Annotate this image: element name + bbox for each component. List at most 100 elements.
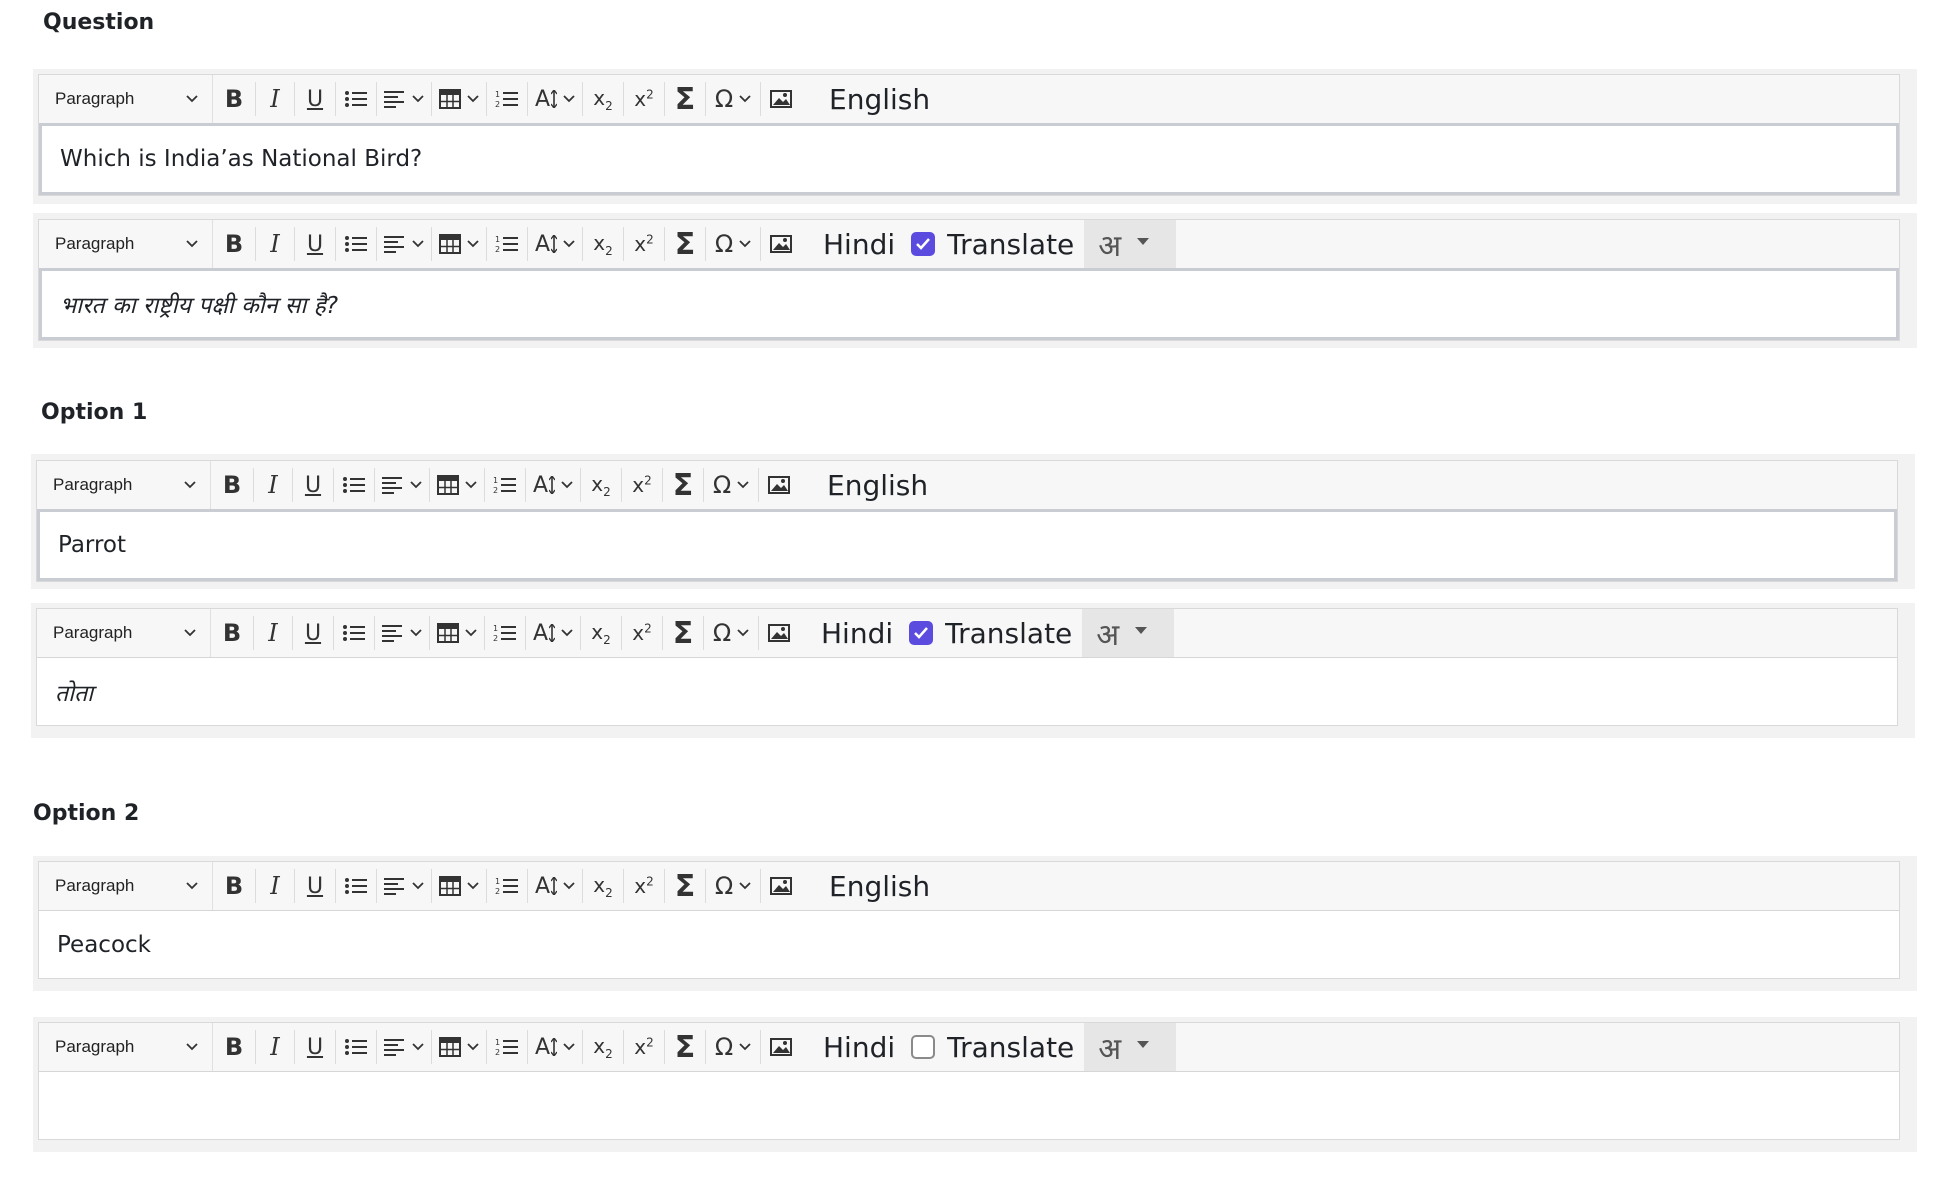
math-formula-button[interactable]: Σ [663, 461, 703, 509]
bulleted-list-button[interactable] [334, 609, 374, 657]
language-label: English [827, 468, 929, 502]
bold-button[interactable]: B [213, 862, 255, 910]
numbered-list-button[interactable]: 12 [485, 609, 525, 657]
insert-table-button[interactable] [430, 609, 484, 657]
paragraph-format-dropdown[interactable]: Paragraph [39, 220, 213, 268]
translate-checkbox[interactable] [911, 232, 936, 256]
font-size-button[interactable]: A [528, 220, 582, 268]
bold-button[interactable]: B [213, 1023, 255, 1071]
alignment-button[interactable] [375, 609, 429, 657]
bold-button[interactable]: B [211, 461, 253, 509]
paragraph-format-dropdown[interactable]: Paragraph [39, 1023, 213, 1071]
paragraph-format-dropdown[interactable]: Paragraph [39, 862, 213, 910]
underline-button[interactable]: U [295, 75, 335, 123]
numbered-list-button[interactable]: 12 [485, 461, 525, 509]
special-characters-button[interactable]: Ω [706, 862, 760, 910]
superscript-button[interactable]: x2 [622, 461, 662, 509]
input-method-dropdown[interactable]: अ [1084, 220, 1177, 268]
alignment-button[interactable] [375, 461, 429, 509]
insert-table-button[interactable] [432, 862, 486, 910]
underline-button[interactable]: U [293, 609, 333, 657]
italic-button[interactable]: I [254, 461, 292, 509]
input-method-dropdown[interactable]: अ [1082, 609, 1175, 657]
underline-button[interactable]: U [293, 461, 333, 509]
bulleted-list-button[interactable] [336, 220, 376, 268]
superscript-button[interactable]: x2 [622, 609, 662, 657]
subscript-button[interactable]: x2 [581, 609, 621, 657]
math-formula-button[interactable]: Σ [663, 609, 703, 657]
alignment-button[interactable] [377, 862, 431, 910]
superscript-button[interactable]: x2 [624, 1023, 664, 1071]
insert-image-button[interactable] [759, 461, 799, 509]
special-characters-button[interactable]: Ω [704, 461, 758, 509]
italic-button[interactable]: I [256, 862, 294, 910]
numbered-list-button[interactable]: 12 [487, 75, 527, 123]
bold-button[interactable]: B [213, 220, 255, 268]
numbered-list-button[interactable]: 12 [487, 1023, 527, 1071]
chevron-down-icon [180, 95, 198, 103]
italic-button[interactable]: I [254, 609, 292, 657]
bold-button[interactable]: B [213, 75, 255, 123]
italic-button[interactable]: I [256, 75, 294, 123]
paragraph-format-dropdown[interactable]: Paragraph [39, 75, 213, 123]
font-size-button[interactable]: A [526, 609, 580, 657]
bulleted-list-button[interactable] [334, 461, 374, 509]
translate-checkbox[interactable] [909, 621, 934, 645]
bulleted-list-button[interactable] [336, 1023, 376, 1071]
editor-content[interactable]: भारत का राष्ट्रीय पक्षी कौन सा है? [39, 268, 1899, 340]
paragraph-format-dropdown[interactable]: Paragraph [37, 609, 211, 657]
paragraph-format-dropdown[interactable]: Paragraph [37, 461, 211, 509]
font-size-button[interactable]: A [526, 461, 580, 509]
superscript-button[interactable]: x2 [624, 220, 664, 268]
font-size-button[interactable]: A [528, 862, 582, 910]
subscript-button[interactable]: x2 [583, 220, 623, 268]
translate-checkbox[interactable] [911, 1035, 936, 1059]
special-characters-button[interactable]: Ω [706, 1023, 760, 1071]
editor-content[interactable]: Which is India’as National Bird? [39, 123, 1899, 195]
superscript-button[interactable]: x2 [624, 862, 664, 910]
insert-table-button[interactable] [432, 75, 486, 123]
numbered-list-button[interactable]: 12 [487, 220, 527, 268]
numbered-list-button[interactable]: 12 [487, 862, 527, 910]
bulleted-list-button[interactable] [336, 75, 376, 123]
superscript-button[interactable]: x2 [624, 75, 664, 123]
subscript-button[interactable]: x2 [583, 1023, 623, 1071]
input-method-dropdown[interactable]: अ [1084, 1023, 1177, 1071]
insert-table-button[interactable] [430, 461, 484, 509]
insert-image-button[interactable] [761, 862, 801, 910]
underline-button[interactable]: U [295, 862, 335, 910]
insert-image-button[interactable] [761, 1023, 801, 1071]
subscript-button[interactable]: x2 [583, 75, 623, 123]
alignment-button[interactable] [377, 1023, 431, 1071]
math-formula-button[interactable]: Σ [665, 75, 705, 123]
bulleted-list-button[interactable] [336, 862, 376, 910]
math-formula-button[interactable]: Σ [665, 220, 705, 268]
insert-table-button[interactable] [432, 1023, 486, 1071]
alignment-button[interactable] [377, 220, 431, 268]
font-size-button[interactable]: A [528, 1023, 582, 1071]
insert-image-button[interactable] [759, 609, 799, 657]
italic-button[interactable]: I [256, 220, 294, 268]
editor-content[interactable] [39, 1072, 1899, 1139]
special-characters-button[interactable]: Ω [704, 609, 758, 657]
insert-table-button[interactable] [432, 220, 486, 268]
subscript-button[interactable]: x2 [583, 862, 623, 910]
underline-button[interactable]: U [295, 220, 335, 268]
math-formula-button[interactable]: Σ [665, 1023, 705, 1071]
insert-image-button[interactable] [761, 75, 801, 123]
special-characters-button[interactable]: Ω [706, 220, 760, 268]
font-size-button[interactable]: A [528, 75, 582, 123]
math-formula-button[interactable]: Σ [665, 862, 705, 910]
underline-button[interactable]: U [295, 1023, 335, 1071]
subscript-button[interactable]: x2 [581, 461, 621, 509]
special-characters-button[interactable]: Ω [706, 75, 760, 123]
alignment-button[interactable] [377, 75, 431, 123]
insert-image-button[interactable] [761, 220, 801, 268]
editor-content[interactable]: Peacock [39, 911, 1899, 978]
italic-button[interactable]: I [256, 1023, 294, 1071]
editor-content[interactable]: Parrot [37, 509, 1897, 581]
editor-content[interactable]: तोता [37, 658, 1897, 725]
italic-icon: I [270, 85, 280, 113]
chevron-down-icon [180, 240, 198, 248]
bold-button[interactable]: B [211, 609, 253, 657]
